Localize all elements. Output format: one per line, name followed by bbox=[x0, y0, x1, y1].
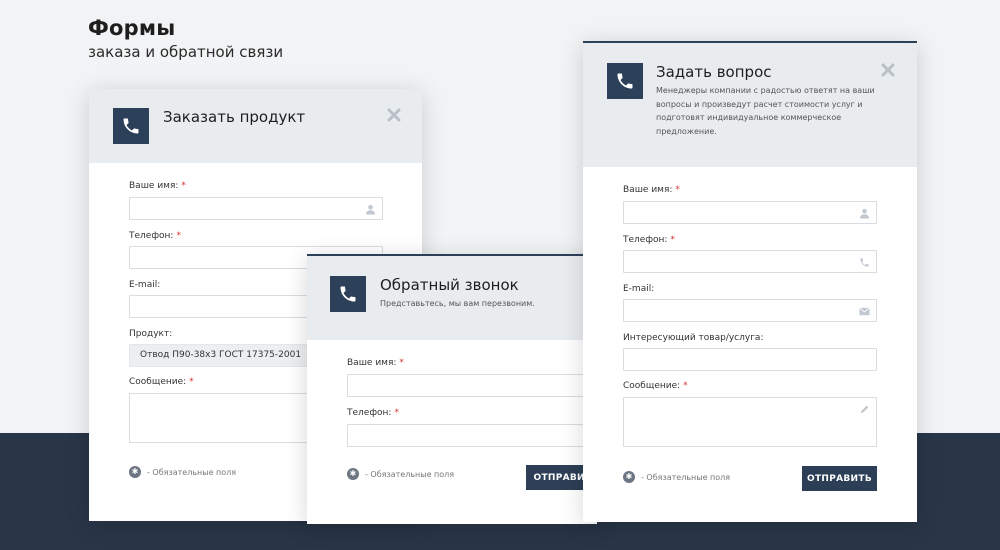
asterisk-icon: ✱ bbox=[623, 471, 635, 483]
phone-input[interactable] bbox=[347, 424, 587, 447]
phone-icon bbox=[607, 63, 643, 99]
user-icon bbox=[365, 204, 376, 215]
order-form-header: Заказать продукт bbox=[89, 89, 422, 163]
callback-form-header: Обратный звонок Представьтесь, мы вам пе… bbox=[307, 256, 597, 340]
close-icon[interactable] bbox=[387, 108, 401, 122]
email-input[interactable] bbox=[623, 299, 877, 322]
name-label: Ваше имя: * bbox=[623, 185, 680, 195]
order-form-title: Заказать продукт bbox=[163, 108, 306, 126]
pencil-icon bbox=[860, 405, 869, 414]
callback-form-description: Представьтесь, мы вам перезвоним. bbox=[380, 299, 535, 308]
product-value: Отвод П90-38x3 ГОСТ 17375-2001 bbox=[140, 350, 302, 360]
name-input[interactable] bbox=[129, 197, 383, 220]
phone-label: Телефон: * bbox=[347, 408, 399, 418]
callback-form-title: Обратный звонок bbox=[380, 276, 519, 294]
name-input[interactable] bbox=[623, 201, 877, 224]
phone-label: Телефон: * bbox=[623, 235, 675, 245]
callback-form-modal: Обратный звонок Представьтесь, мы вам пе… bbox=[307, 254, 606, 524]
name-label: Ваше имя: * bbox=[129, 181, 186, 191]
email-label: E-mail: bbox=[129, 280, 161, 290]
envelope-icon bbox=[859, 307, 870, 316]
required-note: ✱ - Обязательные поля bbox=[623, 471, 730, 483]
asterisk-icon: ✱ bbox=[129, 466, 141, 478]
phone-small-icon bbox=[860, 258, 869, 267]
phone-icon bbox=[330, 276, 366, 312]
required-note: ✱ - Обязательные поля bbox=[347, 468, 454, 480]
name-input[interactable] bbox=[347, 374, 587, 397]
message-label: Сообщение: * bbox=[623, 381, 688, 391]
submit-button[interactable]: ОТПРАВИТЬ bbox=[802, 466, 877, 491]
interest-input[interactable] bbox=[623, 348, 877, 371]
name-label: Ваше имя: * bbox=[347, 358, 404, 368]
question-form-title: Задать вопрос bbox=[656, 63, 772, 81]
page-title: Формы bbox=[88, 16, 176, 40]
question-form-header: Задать вопрос Менеджеры компании с радос… bbox=[583, 43, 917, 167]
email-label: E-mail: bbox=[623, 284, 655, 294]
phone-icon bbox=[113, 108, 149, 144]
message-label: Сообщение: * bbox=[129, 377, 194, 387]
phone-input[interactable] bbox=[623, 250, 877, 273]
page-subtitle: заказа и обратной связи bbox=[88, 43, 284, 61]
interest-label: Интересующий товар/услуга: bbox=[623, 333, 764, 343]
question-form-description: Менеджеры компании с радостью ответят на… bbox=[656, 86, 875, 136]
phone-label: Телефон: * bbox=[129, 231, 181, 241]
user-icon bbox=[859, 208, 870, 219]
asterisk-icon: ✱ bbox=[347, 468, 359, 480]
question-form-modal: Задать вопрос Менеджеры компании с радос… bbox=[583, 41, 917, 522]
message-textarea[interactable] bbox=[623, 397, 877, 447]
product-label: Продукт: bbox=[129, 329, 173, 339]
close-icon[interactable] bbox=[881, 63, 895, 77]
required-note: ✱ - Обязательные поля bbox=[129, 466, 236, 478]
